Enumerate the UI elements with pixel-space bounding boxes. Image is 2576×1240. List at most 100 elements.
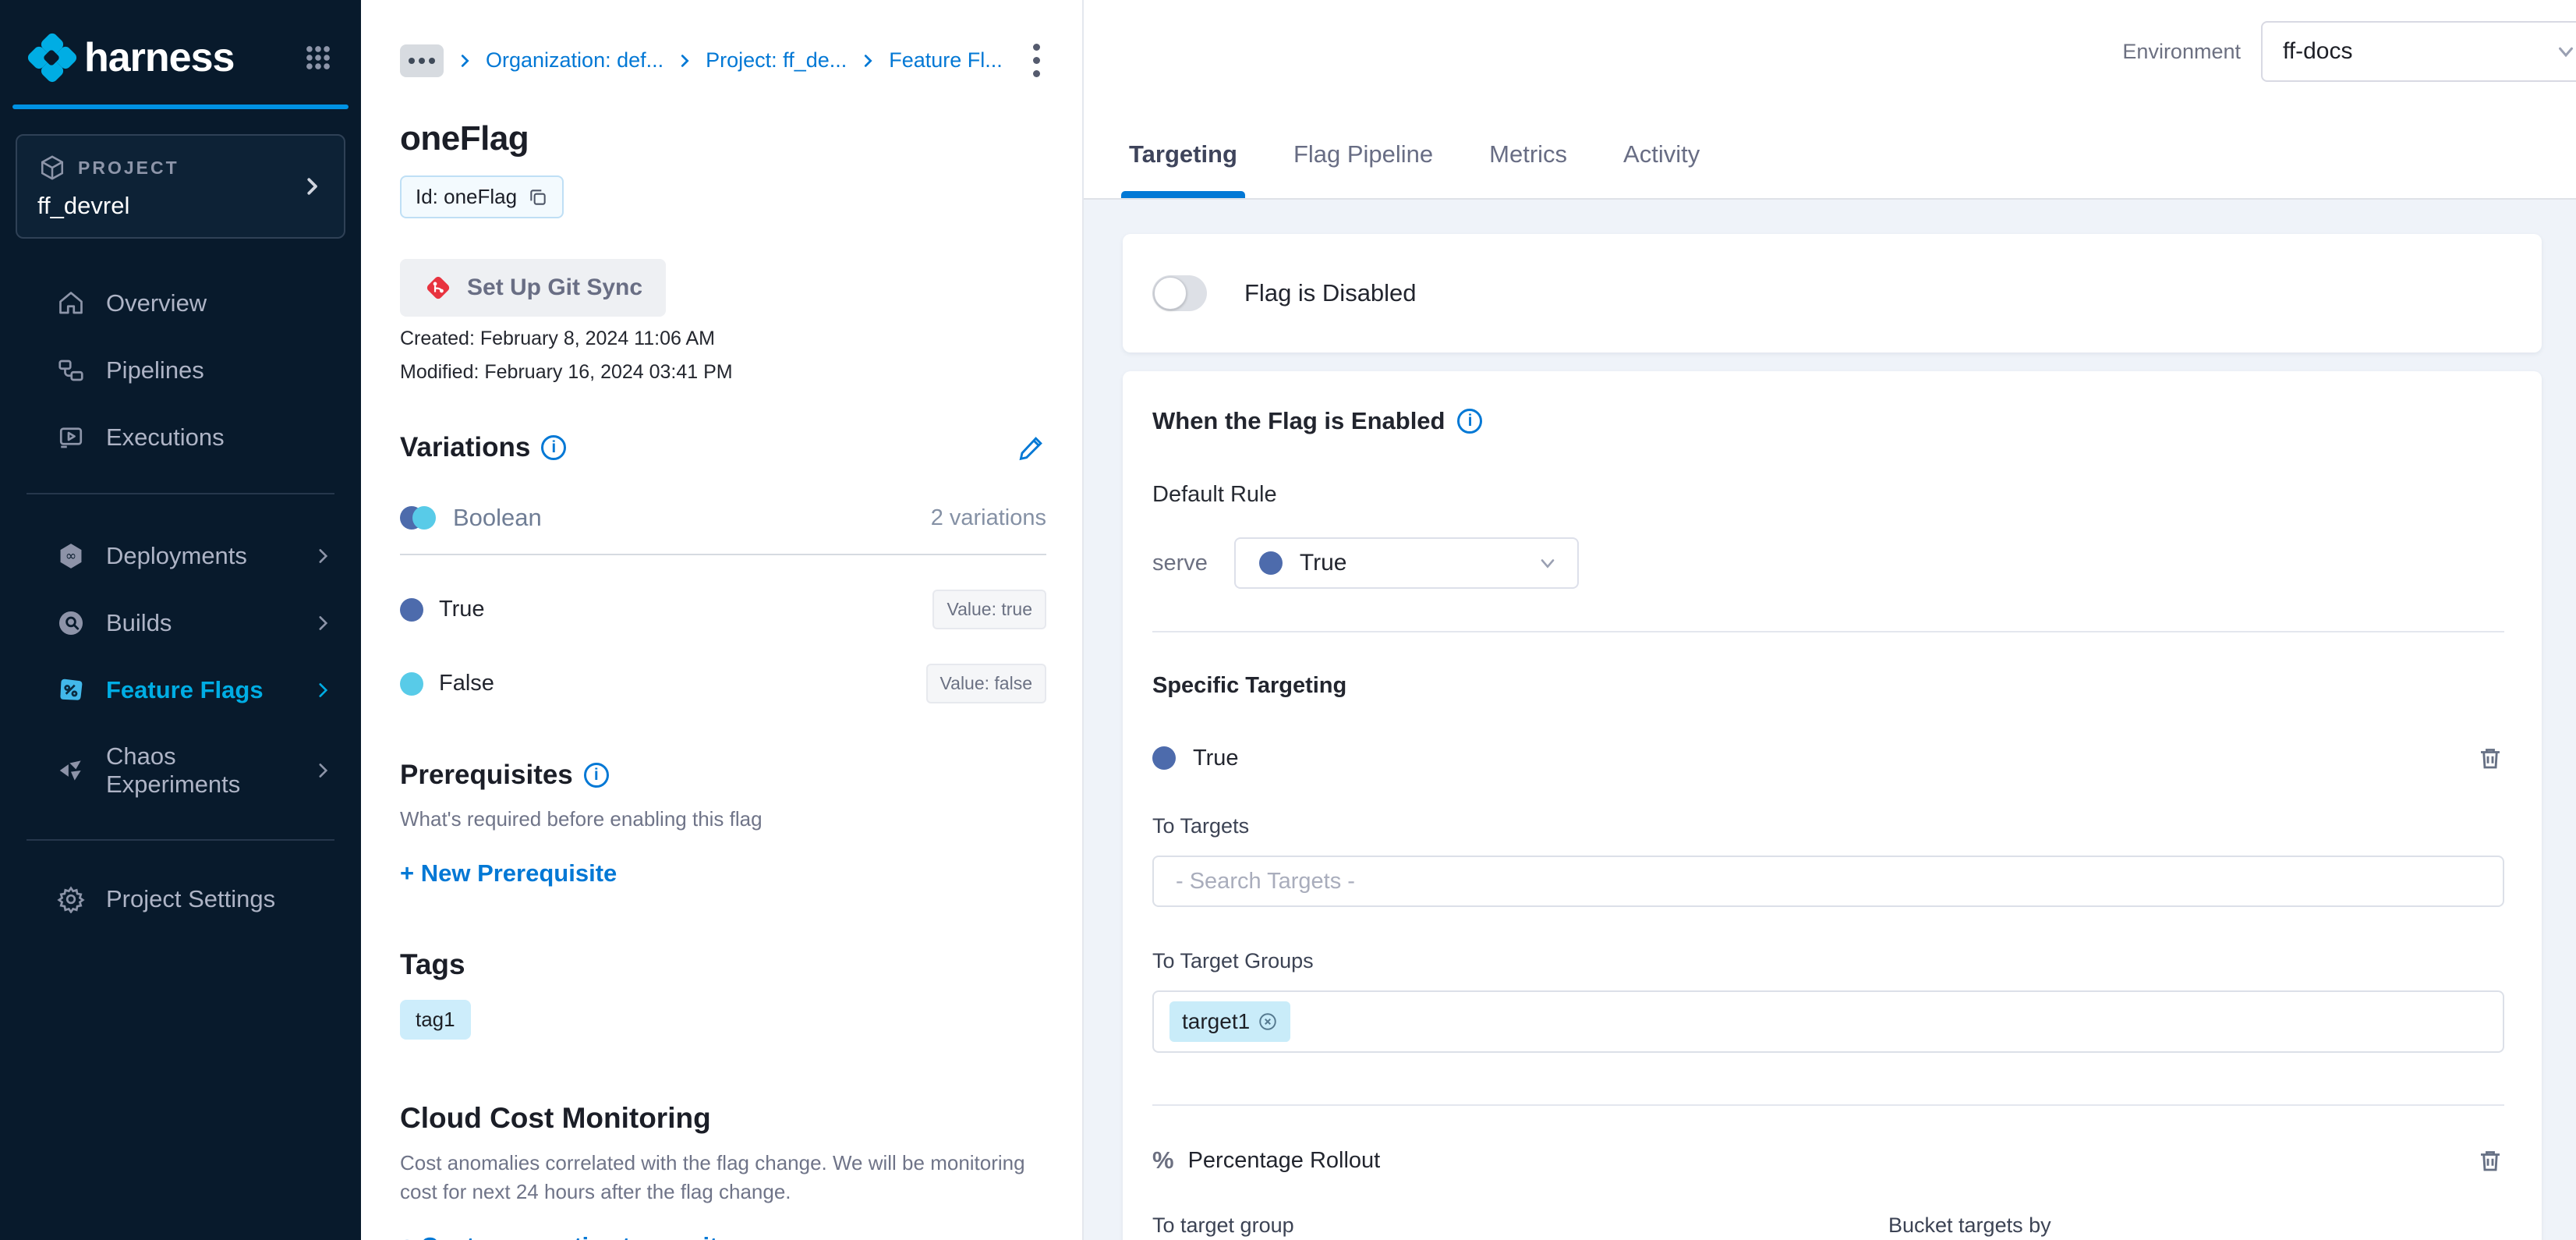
environment-label: Environment (2122, 40, 2241, 64)
sidebar-divider (27, 493, 334, 494)
environment-select[interactable]: ff-docs (2261, 21, 2576, 82)
sidebar: harness PROJECT (0, 0, 361, 1240)
variations-section-header: Variations i (400, 432, 1046, 463)
flag-tabs: Targeting Flag Pipeline Metrics Activity (1084, 103, 2576, 200)
target-group-chip-label: target1 (1182, 1009, 1250, 1034)
deployments-icon: ∞ (56, 541, 86, 571)
divider (1152, 1104, 2504, 1106)
info-icon[interactable]: i (584, 763, 609, 788)
flag-enabled-toggle[interactable] (1152, 275, 1207, 311)
sidebar-item-feature-flags[interactable]: Feature Flags (0, 657, 361, 724)
sidebar-accent-rule (12, 105, 349, 109)
app-grid-icon[interactable] (303, 43, 333, 73)
sidebar-nav-top: Overview Pipelines Executions (0, 270, 361, 471)
chaos-experiments-icon (56, 756, 86, 785)
sidebar-item-label: Pipelines (106, 356, 204, 384)
variation-type-row: Boolean 2 variations (400, 504, 1046, 532)
harness-logo[interactable]: harness (27, 33, 234, 83)
flag-created-date: Created: February 8, 2024 11:06 AM (400, 328, 1046, 350)
delete-targeting-trash-icon[interactable] (2476, 744, 2504, 772)
percentage-rollout-heading: Percentage Rollout (1188, 1148, 1381, 1174)
git-icon (423, 273, 453, 303)
harness-logo-icon (27, 33, 76, 83)
pipelines-icon (56, 356, 86, 385)
chevron-right-icon (313, 680, 333, 700)
target-group-chip[interactable]: target1 (1169, 1001, 1290, 1042)
tag-chip[interactable]: tag1 (400, 1000, 471, 1040)
target-groups-input[interactable]: target1 (1152, 990, 2504, 1053)
executions-icon (56, 423, 86, 452)
sidebar-item-pipelines[interactable]: Pipelines (0, 337, 361, 404)
project-selector[interactable]: PROJECT ff_devrel (16, 134, 345, 239)
specific-targeting-heading: Specific Targeting (1152, 673, 2504, 699)
targeting-content: Flag is Disabled When the Flag is Enable… (1084, 200, 2576, 1240)
copy-icon[interactable] (528, 187, 548, 207)
to-target-groups-label: To Target Groups (1152, 949, 2504, 973)
variation-name: True (439, 597, 485, 622)
tab-metrics[interactable]: Metrics (1489, 140, 1567, 198)
variation-count: 2 variations (931, 505, 1046, 531)
variation-dot (1152, 746, 1176, 770)
variation-row-true: True Value: true (400, 590, 1046, 629)
variation-dot (1259, 551, 1283, 575)
project-cube-icon (37, 153, 67, 182)
feature-flags-icon (56, 675, 86, 705)
default-rule-serve-row: serve True (1152, 537, 2504, 589)
flag-title: oneFlag (400, 119, 1046, 158)
cost-perspective-button[interactable]: + Cost perspective to monitor (400, 1232, 741, 1240)
variation-value-badge: Value: true (932, 590, 1046, 629)
project-chevron-right-icon (300, 175, 324, 198)
info-icon[interactable]: i (541, 435, 566, 460)
tab-flag-pipeline[interactable]: Flag Pipeline (1293, 140, 1433, 198)
tab-targeting[interactable]: Targeting (1129, 140, 1237, 198)
breadcrumb-ellipsis-button[interactable] (400, 44, 444, 77)
sidebar-item-project-settings[interactable]: Project Settings (0, 866, 361, 933)
new-prerequisite-button[interactable]: + New Prerequisite (400, 859, 617, 887)
default-rule-variation-select[interactable]: True (1234, 537, 1579, 589)
rollout-config-row: To target group target2 Bucket targets b… (1152, 1213, 2504, 1240)
variation-name: False (439, 671, 494, 696)
to-targets-label: To Targets (1152, 814, 2504, 838)
prerequisites-heading: Prerequisites (400, 760, 573, 791)
setup-git-sync-button[interactable]: Set Up Git Sync (400, 259, 666, 317)
to-target-group-label: To target group (1152, 1213, 1831, 1238)
breadcrumb-project-link[interactable]: Project: ff_de... (706, 48, 847, 73)
info-icon[interactable]: i (1457, 409, 1482, 434)
delete-rollout-trash-icon[interactable] (2476, 1146, 2504, 1174)
sidebar-item-builds[interactable]: Builds (0, 590, 361, 657)
prerequisites-section-header: Prerequisites i (400, 760, 1046, 791)
tab-activity[interactable]: Activity (1623, 140, 1700, 198)
sidebar-item-label: Chaos Experiments (106, 742, 292, 799)
harness-logo-text: harness (84, 34, 234, 81)
chevron-right-icon (313, 613, 333, 633)
sidebar-item-chaos-experiments[interactable]: Chaos Experiments (0, 724, 361, 817)
variations-heading: Variations (400, 432, 530, 463)
sidebar-header: harness (0, 0, 361, 83)
sidebar-item-overview[interactable]: Overview (0, 270, 361, 337)
app-root: harness PROJECT (0, 0, 2576, 1240)
serve-label: serve (1152, 551, 1208, 576)
chevron-right-icon (313, 760, 333, 781)
flag-options-kebab-icon[interactable] (1027, 37, 1046, 83)
search-targets-input[interactable] (1152, 856, 2504, 907)
targeting-panel: Environment ff-docs Targeting Flag Pipel… (1084, 0, 2576, 1240)
sidebar-item-executions[interactable]: Executions (0, 404, 361, 471)
chevron-right-icon (456, 52, 473, 69)
setup-git-sync-label: Set Up Git Sync (467, 275, 642, 301)
targeting-rules-card: When the Flag is Enabled i Default Rule … (1123, 371, 2542, 1240)
specific-targeting-variation-row: True (1152, 744, 2504, 772)
sidebar-item-deployments[interactable]: ∞ Deployments (0, 523, 361, 590)
remove-chip-icon[interactable] (1258, 1011, 1278, 1032)
flag-toggle-label: Flag is Disabled (1244, 279, 1417, 307)
breadcrumb-feature-flags-link[interactable]: Feature Fl... (889, 48, 1003, 73)
bucket-targets-by-label: Bucket targets by (1888, 1213, 2504, 1238)
edit-variations-pencil-icon[interactable] (1017, 433, 1046, 462)
flag-detail-panel: Organization: def... Project: ff_de... F… (361, 0, 1084, 1240)
project-card-name: ff_devrel (37, 192, 179, 220)
breadcrumb-organization-link[interactable]: Organization: def... (486, 48, 663, 73)
flag-id-badge[interactable]: Id: oneFlag (400, 175, 564, 218)
sidebar-item-label: Deployments (106, 542, 247, 570)
variation-row-false: False Value: false (400, 664, 1046, 703)
sidebar-item-label: Project Settings (106, 885, 275, 913)
chevron-right-icon (859, 52, 876, 69)
